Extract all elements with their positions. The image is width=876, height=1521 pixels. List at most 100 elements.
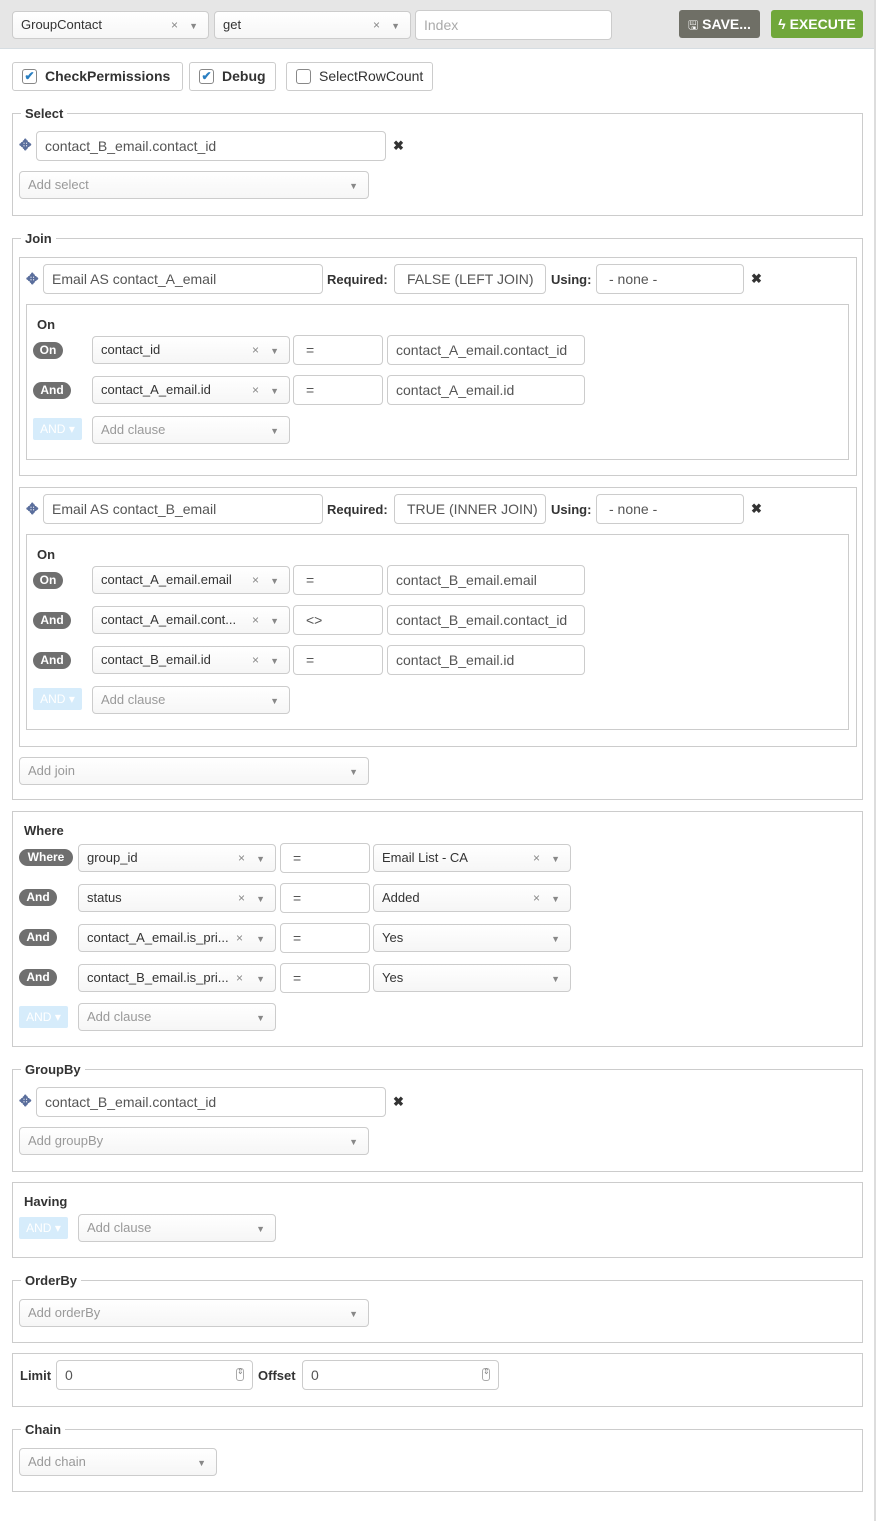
drag-handle-icon[interactable]: ✥ (26, 500, 39, 518)
clear-icon[interactable]: × (252, 337, 259, 363)
clause-field-select[interactable]: contact_A_email.cont... × ▼ (92, 606, 290, 634)
where-operator-select[interactable]: = (280, 883, 370, 913)
clear-icon[interactable]: × (533, 845, 540, 871)
index-input[interactable]: Index (415, 10, 612, 40)
conjunction-dropdown-button[interactable]: AND ▾ (33, 418, 82, 440)
clause-field-select[interactable]: contact_A_email.email × ▼ (92, 566, 290, 594)
clause-value-input[interactable]: contact_B_email.contact_id (387, 605, 585, 635)
add-chain-dropdown[interactable]: Add chain ▼ (19, 1448, 217, 1476)
clear-icon[interactable]: × (238, 845, 245, 871)
clear-icon[interactable]: × (238, 885, 245, 911)
check-permissions-toggle[interactable]: ✔ CheckPermissions (12, 62, 183, 91)
clause-value-input[interactable]: contact_B_email.email (387, 565, 585, 595)
clear-icon[interactable]: × (171, 12, 178, 38)
chevron-down-icon: ▼ (197, 1458, 206, 1468)
where-operator-select[interactable]: = (280, 963, 370, 993)
where-field-select[interactable]: status × ▼ (78, 884, 276, 912)
clause-field-select[interactable]: contact_A_email.id × ▼ (92, 376, 290, 404)
select-row-count-toggle[interactable]: SelectRowCount (286, 62, 433, 91)
clear-icon[interactable]: × (252, 647, 259, 673)
save-button[interactable]: 🖫 SAVE... (679, 10, 760, 38)
remove-join-icon[interactable]: ✖ (751, 271, 762, 287)
drag-handle-icon[interactable]: ✥ (26, 270, 39, 288)
conjunction-dropdown-button[interactable]: AND ▾ (19, 1217, 68, 1239)
conjunction-dropdown-button[interactable]: AND ▾ (19, 1006, 68, 1028)
join-required-select[interactable]: FALSE (LEFT JOIN) (394, 264, 546, 294)
debug-toggle[interactable]: ✔ Debug (189, 62, 276, 91)
limit-input[interactable]: 0 ⇕ (56, 1360, 253, 1390)
where-operator-select[interactable]: = (280, 843, 370, 873)
clear-icon[interactable]: × (252, 377, 259, 403)
clause-value-input[interactable]: contact_A_email.contact_id (387, 335, 585, 365)
add-clause-placeholder: Add clause (101, 422, 166, 437)
clause-operator-select[interactable]: = (293, 335, 383, 365)
where-value: Email List - CA (382, 850, 468, 865)
clear-icon[interactable]: × (373, 12, 380, 38)
join-using-select[interactable]: - none - (596, 494, 744, 524)
clause-operator-select[interactable]: = (293, 375, 383, 405)
offset-input[interactable]: 0 ⇕ (302, 1360, 499, 1390)
clause-field-select[interactable]: contact_B_email.id × ▼ (92, 646, 290, 674)
add-clause-dropdown[interactable]: Add clause ▼ (78, 1214, 276, 1242)
add-clause-dropdown[interactable]: Add clause ▼ (92, 416, 290, 444)
join-using-select[interactable]: - none - (596, 264, 744, 294)
clause-field-select[interactable]: contact_id × ▼ (92, 336, 290, 364)
add-orderby-dropdown[interactable]: Add orderBy ▼ (19, 1299, 369, 1327)
where-field-value: group_id (87, 850, 138, 865)
where-field-select[interactable]: contact_A_email.is_pri... × ▼ (78, 924, 276, 952)
add-groupby-dropdown[interactable]: Add groupBy ▼ (19, 1127, 369, 1155)
join-entity-input[interactable]: Email AS contact_A_email (43, 264, 323, 294)
chevron-down-icon: ▼ (270, 696, 279, 706)
action-select[interactable]: get × ▼ (214, 11, 411, 39)
clause-field-value: contact_A_email.id (101, 382, 211, 397)
where-operator-select[interactable]: = (280, 923, 370, 953)
clause-operator-select[interactable]: = (293, 565, 383, 595)
add-join-dropdown[interactable]: Add join ▼ (19, 757, 369, 785)
remove-icon[interactable]: ✖ (393, 1094, 404, 1110)
add-join-placeholder: Add join (28, 763, 75, 778)
clear-icon[interactable]: × (252, 567, 259, 593)
chevron-down-icon: ▼ (270, 426, 279, 436)
execute-button[interactable]: ϟ EXECUTE (771, 10, 863, 38)
chevron-down-icon: ▼ (349, 181, 358, 191)
clear-icon[interactable]: × (236, 925, 243, 951)
add-clause-dropdown[interactable]: Add clause ▼ (92, 686, 290, 714)
join-item: ✥ Email AS contact_B_email Required: TRU… (19, 487, 857, 747)
add-select-dropdown[interactable]: Add select ▼ (19, 171, 369, 199)
add-clause-dropdown[interactable]: Add clause ▼ (78, 1003, 276, 1031)
having-section: Having AND ▾ Add clause ▼ (12, 1182, 863, 1258)
join-entity-input[interactable]: Email AS contact_B_email (43, 494, 323, 524)
add-clause-placeholder: Add clause (87, 1009, 152, 1024)
conjunction-dropdown-button[interactable]: AND ▾ (33, 688, 82, 710)
clause-operator-select[interactable]: = (293, 645, 383, 675)
clear-icon[interactable]: × (533, 885, 540, 911)
bolt-icon: ϟ (778, 16, 786, 32)
remove-join-icon[interactable]: ✖ (751, 501, 762, 517)
groupby-field-input[interactable]: contact_B_email.contact_id (36, 1087, 386, 1117)
chevron-down-icon: ▼ (256, 894, 265, 904)
spinner-icon[interactable]: ⇕ (482, 1368, 490, 1381)
entity-select[interactable]: GroupContact × ▼ (12, 11, 209, 39)
where-value-select[interactable]: Yes ▼ (373, 924, 571, 952)
checkbox-checked-icon[interactable]: ✔ (22, 69, 37, 84)
checkbox-checked-icon[interactable]: ✔ (199, 69, 214, 84)
drag-handle-icon[interactable]: ✥ (19, 136, 32, 154)
clause-operator-select[interactable]: <> (293, 605, 383, 635)
where-value-select[interactable]: Email List - CA × ▼ (373, 844, 571, 872)
drag-handle-icon[interactable]: ✥ (19, 1092, 32, 1110)
clear-icon[interactable]: × (252, 607, 259, 633)
checkbox-unchecked-icon[interactable] (296, 69, 311, 84)
select-field-input[interactable]: contact_B_email.contact_id (36, 131, 386, 161)
where-value-select[interactable]: Yes ▼ (373, 964, 571, 992)
clause-value-input[interactable]: contact_B_email.id (387, 645, 585, 675)
remove-icon[interactable]: ✖ (393, 138, 404, 154)
join-required-select[interactable]: TRUE (INNER JOIN) (394, 494, 546, 524)
chevron-down-icon: ▼ (270, 656, 279, 666)
clear-icon[interactable]: × (236, 965, 243, 991)
clause-value-input[interactable]: contact_A_email.id (387, 375, 585, 405)
spinner-icon[interactable]: ⇕ (236, 1368, 244, 1381)
chevron-down-icon: ▼ (256, 1013, 265, 1023)
where-field-select[interactable]: contact_B_email.is_pri... × ▼ (78, 964, 276, 992)
where-value-select[interactable]: Added × ▼ (373, 884, 571, 912)
where-field-select[interactable]: group_id × ▼ (78, 844, 276, 872)
